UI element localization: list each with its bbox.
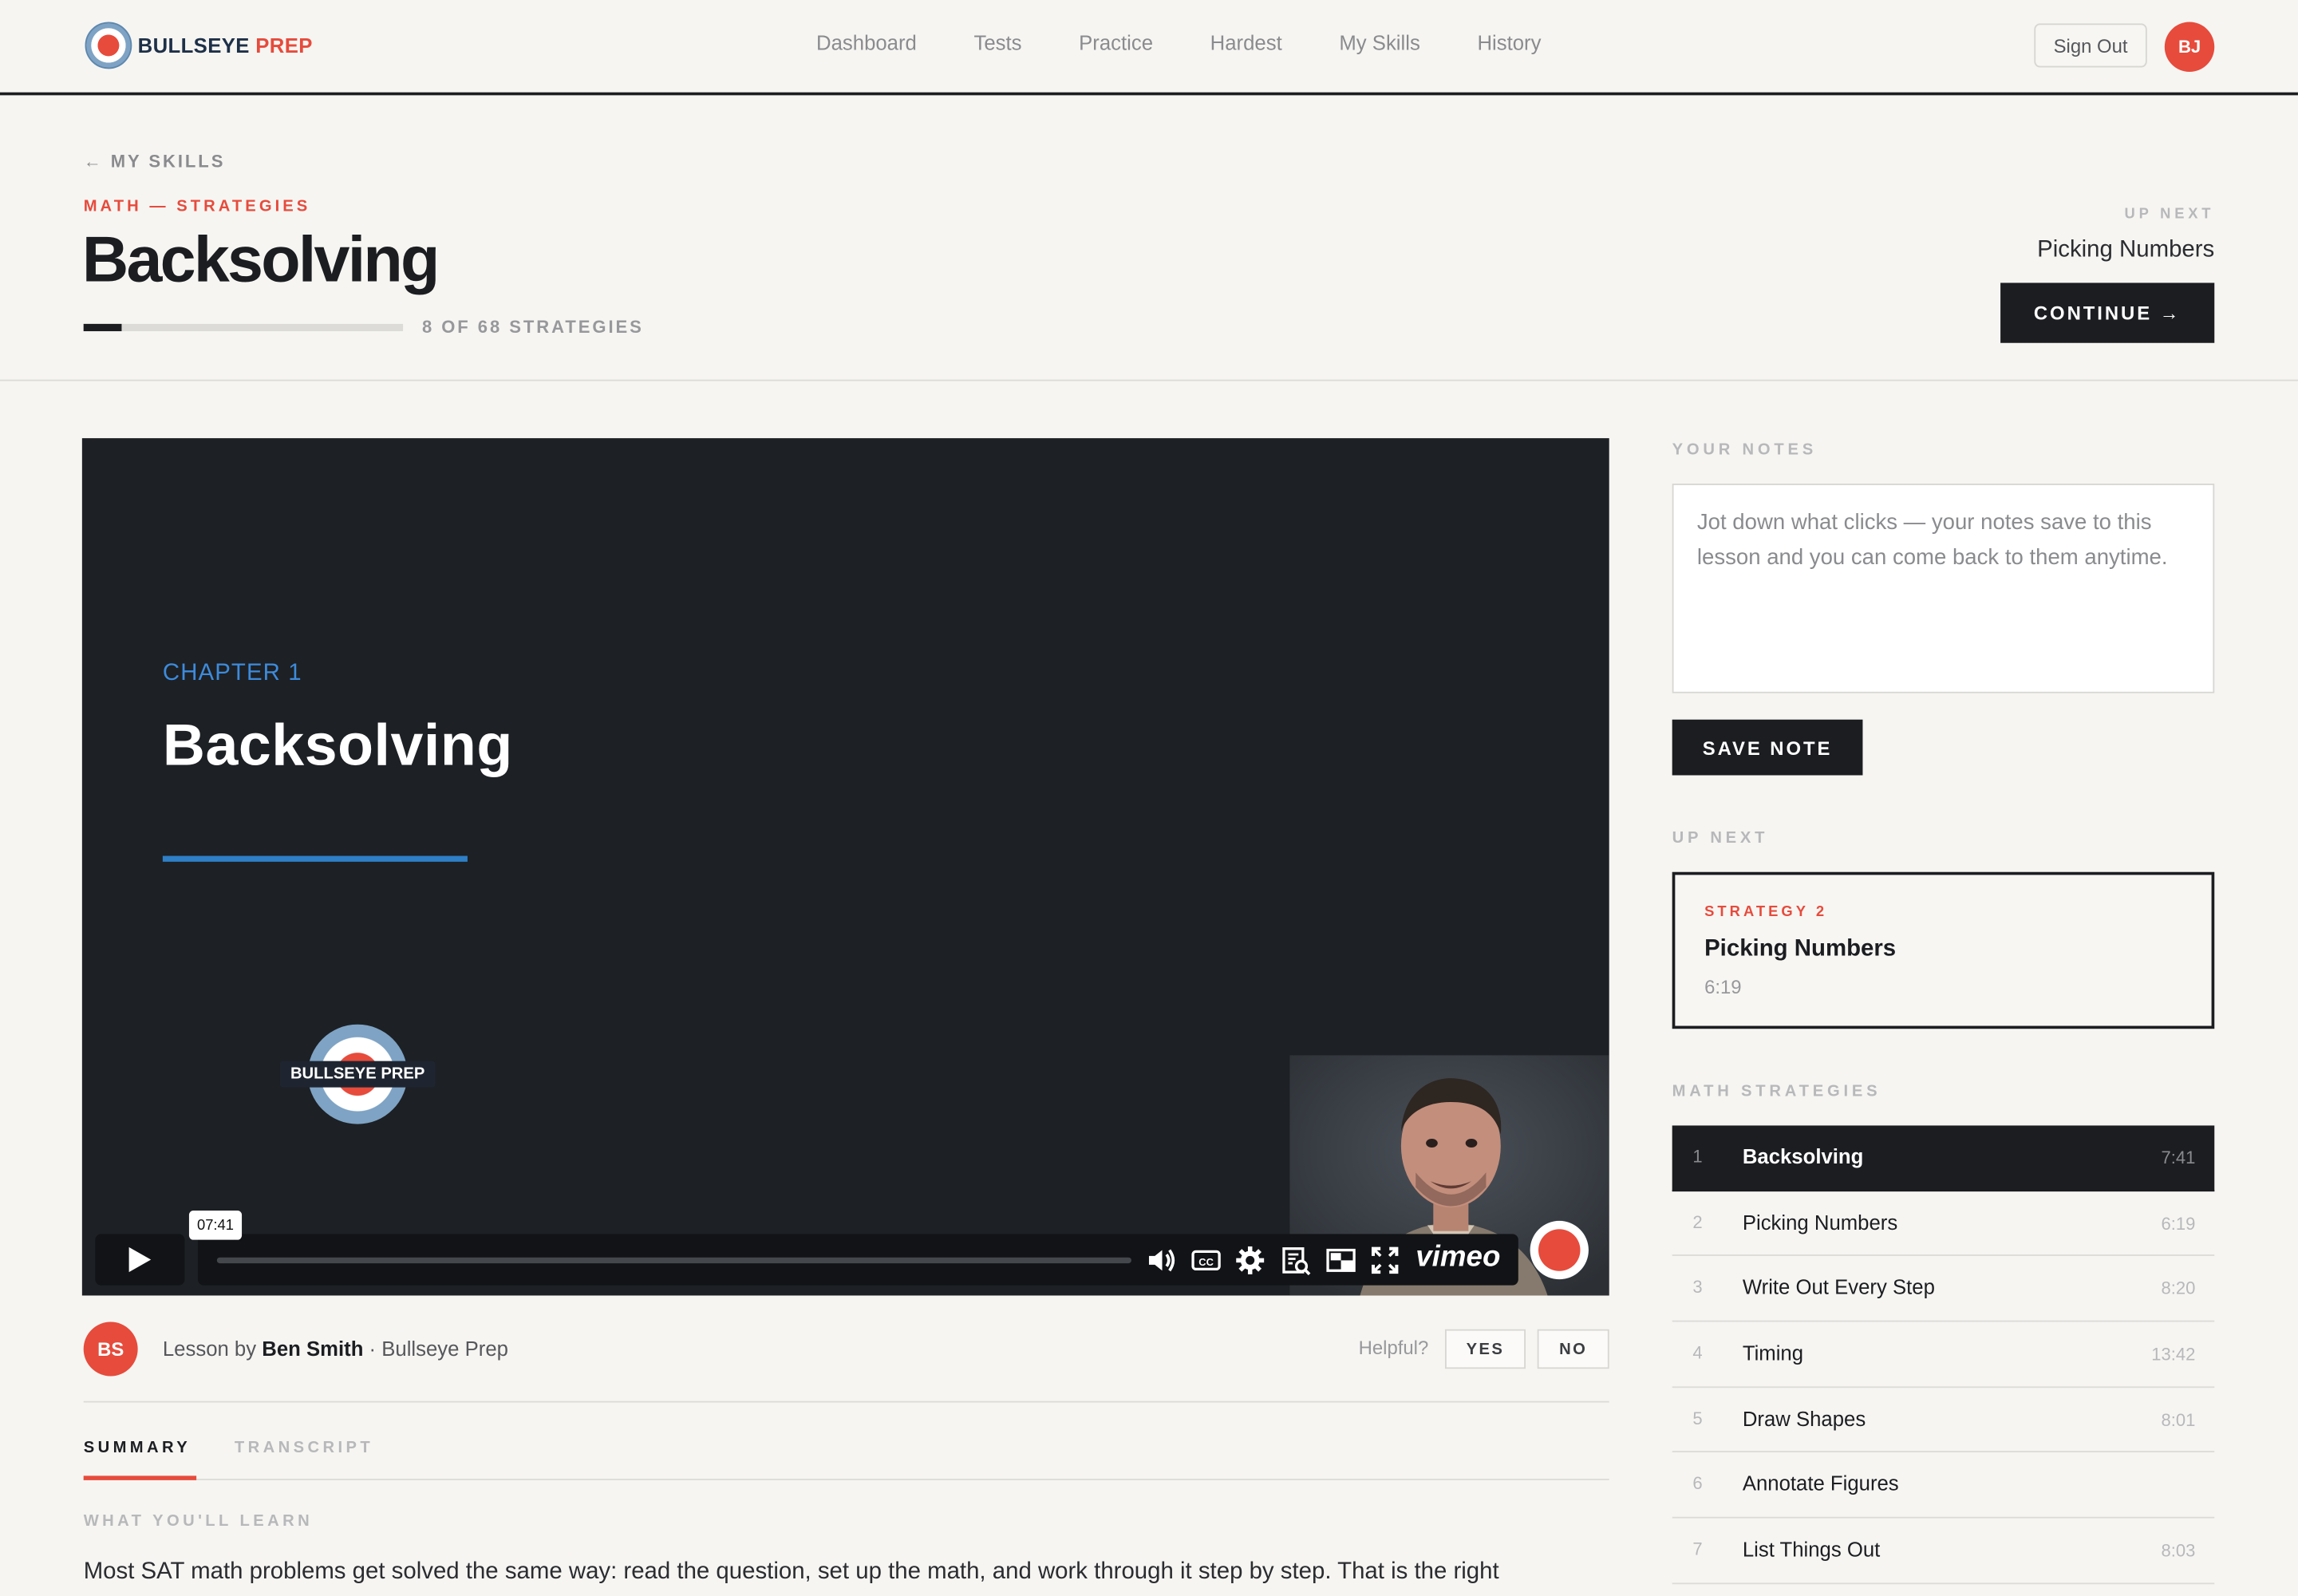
play-button[interactable]: [95, 1234, 185, 1286]
video-controls: 07:41 CC vimeo: [95, 1210, 1518, 1286]
strategy-progress-fill: [83, 323, 122, 332]
strategy-number: 1: [1692, 1146, 1703, 1167]
strategy-list: 1 Backsolving 7:41 2 Picking Numbers 6:1…: [1672, 1125, 2215, 1584]
user-avatar[interactable]: BJ: [2164, 22, 2215, 72]
video-player[interactable]: CHAPTER 1 Backsolving BULLSEYE PREP 07:4…: [81, 438, 1609, 1296]
brand-logo[interactable]: BULLSEYE PREP: [85, 22, 313, 69]
author-name: Ben Smith: [262, 1336, 364, 1361]
strategy-row[interactable]: 4 Timing 13:42: [1672, 1322, 2215, 1388]
strategy-row[interactable]: 5 Draw Shapes 8:01: [1672, 1388, 2215, 1453]
vimeo-logo[interactable]: vimeo: [1416, 1242, 1500, 1275]
divider: [83, 1400, 1609, 1403]
up-next-strategy-number: STRATEGY 2: [1704, 904, 1828, 921]
chapter-label: CHAPTER 1: [162, 661, 302, 686]
notes-textarea[interactable]: [1672, 484, 2215, 693]
fullscreen-icon[interactable]: [1368, 1244, 1400, 1276]
strategy-duration: 8:20: [2161, 1278, 2196, 1299]
time-tooltip: 07:41: [188, 1210, 243, 1240]
nav-hardest[interactable]: Hardest: [1210, 31, 1282, 54]
page-title: Backsolving: [81, 223, 440, 296]
nav-dashboard[interactable]: Dashboard: [816, 31, 917, 54]
nav-history[interactable]: History: [1477, 31, 1541, 54]
nav-practice[interactable]: Practice: [1079, 31, 1153, 54]
strategy-duration: 8:03: [2161, 1540, 2196, 1562]
back-to-my-skills-link[interactable]: ← MY SKILLS: [84, 151, 226, 172]
up-next-card-title: Picking Numbers: [1704, 936, 1897, 962]
volume-icon[interactable]: [1144, 1244, 1176, 1276]
strategy-duration: 7:41: [2161, 1147, 2196, 1168]
strategy-row[interactable]: 2 Picking Numbers 6:19: [1672, 1191, 2215, 1257]
tabs-divider: [83, 1479, 1609, 1480]
strategy-number: 7: [1692, 1539, 1703, 1560]
strategy-duration: 13:42: [2151, 1344, 2196, 1365]
strategy-number: 5: [1692, 1408, 1703, 1429]
notes-label: YOUR NOTES: [1672, 440, 1818, 459]
video-brand-logo: BULLSEYE PREP: [279, 1024, 436, 1128]
play-icon: [128, 1246, 152, 1273]
author-avatar: BS: [83, 1321, 138, 1377]
summary-text: Most SAT math problems get solved the sa…: [83, 1559, 1499, 1585]
up-next-title: Picking Numbers: [2037, 237, 2215, 263]
strategy-number: 6: [1692, 1473, 1703, 1495]
strategy-duration: 8:01: [2161, 1409, 2196, 1430]
sign-out-button[interactable]: Sign Out: [2034, 23, 2147, 68]
helpful-no-button[interactable]: NO: [1537, 1329, 1609, 1369]
up-next-duration: 6:19: [1704, 976, 1742, 998]
up-next-label: UP NEXT: [2124, 206, 2215, 223]
strategy-title: Write Out Every Step: [1742, 1275, 1935, 1299]
strategy-row[interactable]: 1 Backsolving 7:41: [1672, 1125, 2215, 1191]
continue-button[interactable]: CONTINUE →: [2000, 282, 2215, 343]
tab-summary[interactable]: SUMMARY: [84, 1439, 192, 1456]
summary-heading: WHAT YOU'LL LEARN: [83, 1512, 314, 1531]
strategy-title: Timing: [1742, 1341, 1804, 1365]
helpful-yes-button[interactable]: YES: [1444, 1329, 1526, 1369]
chapter-title: Backsolving: [162, 713, 513, 779]
page: BULLSEYE PREP Dashboard Tests Practice H…: [0, 0, 2298, 1596]
strategy-progress-text: 8 OF 68 STRATEGIES: [421, 316, 644, 338]
tab-transcript[interactable]: TRANSCRIPT: [235, 1439, 373, 1456]
main-nav: Dashboard Tests Practice Hardest My Skil…: [816, 31, 1598, 54]
top-navigation-bar: BULLSEYE PREP Dashboard Tests Practice H…: [0, 0, 2298, 96]
strategy-number: 4: [1692, 1342, 1703, 1364]
bullseye-logo-icon: [85, 22, 132, 69]
lesson-header: ← MY SKILLS MATH — STRATEGIES Backsolvin…: [0, 95, 2298, 381]
strategy-progress-bar: [83, 323, 404, 332]
bullseye-watermark-icon[interactable]: [1530, 1220, 1589, 1280]
strategy-title: Draw Shapes: [1742, 1406, 1866, 1430]
strategies-list-label: MATH STRATEGIES: [1672, 1083, 1881, 1101]
picture-in-picture-icon[interactable]: [1325, 1244, 1356, 1276]
active-tab-indicator: [83, 1476, 197, 1480]
strategy-duration: 6:19: [2161, 1213, 2196, 1234]
strategy-title: Backsolving: [1742, 1144, 1864, 1168]
svg-text:CC: CC: [1198, 1256, 1214, 1268]
up-next-card[interactable]: STRATEGY 2 Picking Numbers 6:19: [1672, 871, 2215, 1029]
brand-name: BULLSEYE PREP: [137, 34, 313, 57]
helpful-label: Helpful?: [1358, 1336, 1429, 1359]
strategy-row[interactable]: 7 List Things Out 8:03: [1672, 1519, 2215, 1584]
strategy-number: 2: [1692, 1211, 1703, 1232]
lesson-byline: Lesson by Ben Smith · Bullseye Prep: [162, 1336, 508, 1361]
captions-icon[interactable]: CC: [1190, 1244, 1222, 1276]
strategy-row[interactable]: 3 Write Out Every Step 8:20: [1672, 1257, 2215, 1322]
strategy-title: Annotate Figures: [1742, 1472, 1899, 1496]
video-logo-text: BULLSEYE PREP: [279, 1061, 436, 1088]
strategy-number: 3: [1692, 1277, 1703, 1298]
strategy-title: Picking Numbers: [1742, 1210, 1898, 1234]
settings-icon[interactable]: [1234, 1244, 1266, 1276]
transcript-icon[interactable]: [1279, 1244, 1311, 1276]
progress-scrubber[interactable]: [216, 1257, 1131, 1264]
strategy-title: List Things Out: [1742, 1537, 1881, 1562]
save-note-button[interactable]: SAVE NOTE: [1672, 719, 1863, 776]
nav-tests[interactable]: Tests: [973, 31, 1021, 54]
chapter-divider: [162, 855, 468, 862]
up-next-section-label: UP NEXT: [1672, 829, 1769, 847]
breadcrumb: MATH — STRATEGIES: [83, 197, 311, 215]
nav-my-skills[interactable]: My Skills: [1339, 31, 1419, 54]
strategy-row[interactable]: 6 Annotate Figures: [1672, 1453, 2215, 1519]
